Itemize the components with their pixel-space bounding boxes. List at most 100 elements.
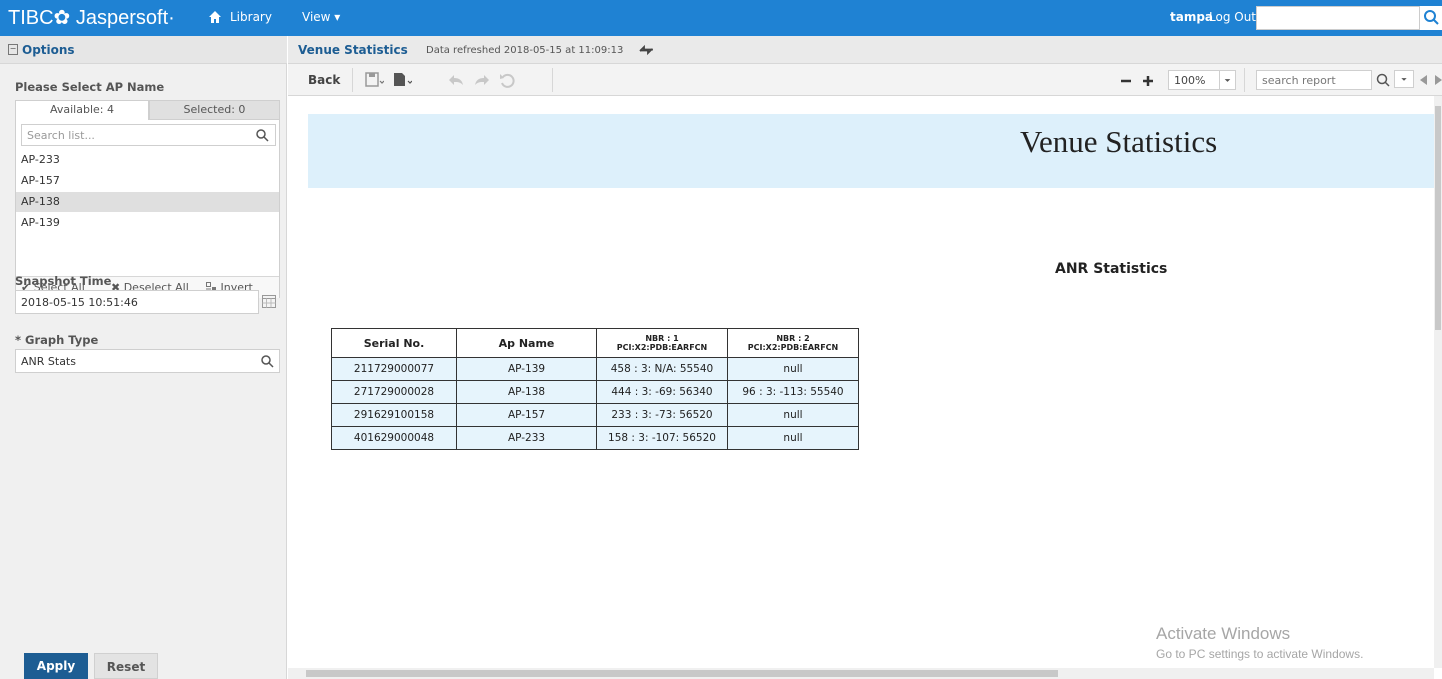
options-header: − Options <box>0 36 287 64</box>
anr-statistics-title: ANR Statistics <box>1055 261 1168 277</box>
toolbar-separator <box>552 68 553 92</box>
table-header-row: Serial No. Ap Name NBR : 1 PCI:X2:PDB:EA… <box>331 328 859 358</box>
top-navigation-bar: TIBC✿ Jaspersoft· Library View ▾ tampa L… <box>0 0 1442 36</box>
table-cell: 233 : 3: -73: 56520 <box>596 403 728 427</box>
graph-type-label: * Graph Type <box>15 333 99 347</box>
column-header-ap-name: Ap Name <box>456 328 597 358</box>
list-item[interactable]: AP-139 <box>16 213 279 233</box>
save-icon[interactable] <box>364 71 384 89</box>
search-icon[interactable] <box>260 354 274 368</box>
table-cell: 458 : 3: N/A: 55540 <box>596 357 728 381</box>
table-row: 211729000077 AP-139 458 : 3: N/A: 55540 … <box>331 357 859 381</box>
report-canvas: Venue Statistics ANR Statistics Serial N… <box>288 96 1434 668</box>
table-cell: 158 : 3: -107: 56520 <box>596 426 728 450</box>
column-header-serial: Serial No. <box>331 328 457 358</box>
list-item[interactable]: AP-233 <box>16 150 279 170</box>
report-title-bar: Venue Statistics Data refreshed 2018-05-… <box>288 36 1442 64</box>
back-button[interactable]: Back <box>308 73 340 87</box>
search-icon[interactable] <box>255 128 269 142</box>
table-cell: AP-157 <box>456 403 597 427</box>
snapshot-time-input[interactable]: 2018-05-15 10:51:46 <box>15 290 259 314</box>
table-cell: null <box>727 426 859 450</box>
list-search-field[interactable]: Search list... <box>21 124 276 146</box>
toolbar-separator <box>352 68 353 92</box>
export-icon[interactable] <box>392 71 412 89</box>
table-cell: 291629100158 <box>331 403 457 427</box>
calendar-icon[interactable] <box>262 294 276 308</box>
table-cell: null <box>727 357 859 381</box>
list-tabs: Available: 4 Selected: 0 <box>15 100 280 120</box>
column-header-nbr1: NBR : 1 PCI:X2:PDB:EARFCN <box>596 328 728 358</box>
table-row: 401629000048 AP-233 158 : 3: -107: 56520… <box>331 426 859 450</box>
options-title: Options <box>22 43 75 57</box>
report-banner: Venue Statistics <box>308 114 1434 188</box>
table-cell: null <box>727 403 859 427</box>
next-icon[interactable] <box>1428 71 1442 89</box>
zoom-out-icon[interactable] <box>1116 71 1136 89</box>
toolbar-separator <box>1244 68 1245 92</box>
vertical-scroll-thumb[interactable] <box>1435 106 1441 330</box>
report-search-field[interactable]: search report <box>1256 70 1372 90</box>
jaspersoft-logo[interactable]: TIBC✿ Jaspersoft· <box>8 5 175 30</box>
table-cell: AP-138 <box>456 380 597 404</box>
tab-available[interactable]: Available: 4 <box>15 100 149 120</box>
watermark-line-1: Activate Windows <box>1156 624 1291 643</box>
search-icon[interactable] <box>1374 71 1394 89</box>
nav-view-menu[interactable]: View ▾ <box>302 10 340 24</box>
collapse-icon[interactable]: − <box>8 44 18 55</box>
list-item[interactable]: AP-157 <box>16 171 279 191</box>
table-cell: 444 : 3: -69: 56340 <box>596 380 728 404</box>
nbr2-subtitle: PCI:X2:PDB:EARFCN <box>747 343 839 352</box>
zoom-select[interactable]: 100% <box>1168 70 1236 90</box>
undo-all-icon[interactable] <box>498 71 518 89</box>
table-row: 271729000028 AP-138 444 : 3: -69: 56340 … <box>331 380 859 404</box>
undo-icon[interactable] <box>446 71 466 89</box>
anr-statistics-table: Serial No. Ap Name NBR : 1 PCI:X2:PDB:EA… <box>331 328 859 450</box>
global-search-button[interactable] <box>1420 6 1442 30</box>
report-banner-title: Venue Statistics <box>1020 124 1218 159</box>
nbr1-subtitle: PCI:X2:PDB:EARFCN <box>616 343 708 352</box>
refresh-icon[interactable] <box>638 44 654 56</box>
tab-selected[interactable]: Selected: 0 <box>149 100 280 120</box>
graph-type-input[interactable]: ANR Stats <box>15 349 280 373</box>
horizontal-scrollbar[interactable] <box>288 668 1434 679</box>
list-search-placeholder: Search list... <box>27 129 95 142</box>
search-options-icon[interactable] <box>1394 70 1414 88</box>
options-panel: − Options Please Select AP Name Availabl… <box>0 36 287 679</box>
report-search-placeholder: search report <box>1262 74 1336 87</box>
table-row: 291629100158 AP-157 233 : 3: -73: 56520 … <box>331 403 859 427</box>
reset-button[interactable]: Reset <box>94 653 158 679</box>
nbr2-title: NBR : 2 <box>776 334 810 343</box>
zoom-value: 100% <box>1174 74 1206 87</box>
chevron-down-icon <box>1219 71 1231 89</box>
table-cell: AP-233 <box>456 426 597 450</box>
watermark-line-2: Go to PC settings to activate Windows. <box>1156 647 1364 661</box>
snapshot-time-value: 2018-05-15 10:51:46 <box>21 296 138 309</box>
apply-button[interactable]: Apply <box>24 653 88 679</box>
table-cell: 96 : 3: -113: 55540 <box>727 380 859 404</box>
nav-library-link[interactable]: Library <box>230 10 272 24</box>
ap-list: Search list... AP-233 AP-157 AP-138 AP-1… <box>15 120 280 298</box>
column-header-nbr2: NBR : 2 PCI:X2:PDB:EARFCN <box>727 328 859 358</box>
snapshot-time-label: Snapshot Time <box>15 274 112 288</box>
list-item-highlighted[interactable]: AP-138 <box>16 192 279 212</box>
table-cell: 211729000077 <box>331 357 457 381</box>
search-icon <box>1424 10 1439 25</box>
table-cell: AP-139 <box>456 357 597 381</box>
vertical-scrollbar[interactable] <box>1434 96 1442 668</box>
options-buttons: Apply Reset <box>0 643 287 679</box>
global-search-input[interactable] <box>1256 6 1420 30</box>
horizontal-scroll-thumb[interactable] <box>306 670 1058 677</box>
nbr1-title: NBR : 1 <box>645 334 679 343</box>
graph-type-value: ANR Stats <box>21 355 76 368</box>
table-cell: 401629000048 <box>331 426 457 450</box>
ap-name-label: Please Select AP Name <box>15 80 165 94</box>
user-name: tampa <box>1170 10 1214 24</box>
table-cell: 271729000028 <box>331 380 457 404</box>
logout-link[interactable]: Log Out <box>1209 10 1256 24</box>
report-title: Venue Statistics <box>298 43 408 57</box>
zoom-in-icon[interactable] <box>1138 71 1158 89</box>
activate-windows-watermark: Activate Windows Go to PC settings to ac… <box>1156 624 1363 661</box>
redo-icon[interactable] <box>472 71 492 89</box>
home-icon[interactable] <box>208 10 222 24</box>
